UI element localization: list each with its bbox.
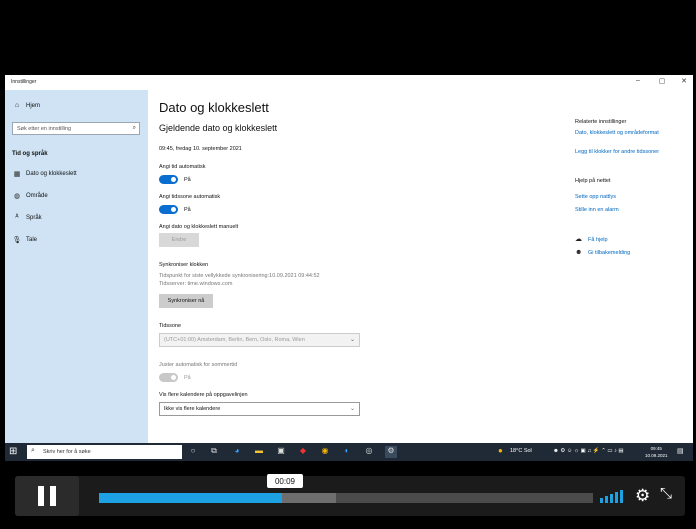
clock-time: 09:45 <box>650 446 662 451</box>
sidebar-item-date-time[interactable]: ▦ Dato og klokkeslett <box>12 170 77 178</box>
sidebar-item-label: Språk <box>26 214 42 221</box>
auto-zone-label: Angi tidssone automatisk <box>159 194 221 200</box>
fullscreen-icon[interactable]: ⤡ <box>660 485 672 502</box>
chevron-down-icon: ⌄ <box>349 337 355 343</box>
cortana-icon[interactable]: ○ <box>187 446 199 458</box>
windows-start-icon[interactable]: ⊞ <box>9 446 17 457</box>
auto-zone-state: På <box>184 207 191 213</box>
change-button[interactable]: Endre <box>159 233 199 247</box>
search-icon[interactable]: ⌕ <box>133 125 136 132</box>
media-icon[interactable]: ◎ <box>363 446 375 458</box>
globe-icon: ◍ <box>13 193 21 200</box>
timezone-value: (UTC+01:00) Amsterdam, Berlin, Bern, Osl… <box>164 337 305 343</box>
sync-heading: Synkroniser klokken <box>159 262 209 268</box>
related-heading: Relaterte innstillinger <box>575 119 627 125</box>
auto-time-label: Angi tid automatisk <box>159 164 206 170</box>
manual-label: Angi dato og klokkeslett manuelt <box>159 224 239 230</box>
feedback-label: Gi tilbakemelding <box>588 250 631 256</box>
get-help-label: Få hjelp <box>588 237 608 243</box>
sidebar-category: Tid og språk <box>12 151 48 157</box>
search-placeholder: Søk etter en innstilling <box>17 126 72 132</box>
sidebar: ⌂ Hjem Søk etter en innstilling ⌕ Tid og… <box>5 90 148 445</box>
sidebar-item-speech[interactable]: 🎙︎ Tale <box>12 236 37 244</box>
progress-bar[interactable] <box>99 493 593 503</box>
calendar-clock-icon: ▦ <box>13 171 21 178</box>
main-content: Dato og klokkeslett Gjeldende dato og kl… <box>148 90 693 445</box>
taskbar-search-placeholder: Skriv her for å søke <box>43 449 91 455</box>
title-bar: Innstillinger – ▢ ✕ <box>5 75 693 90</box>
auto-zone-toggle[interactable] <box>159 205 178 214</box>
search-icon: ⌕ <box>31 447 35 454</box>
taskbar-search-input[interactable]: ⌕ Skriv her for å søke <box>27 445 182 459</box>
pause-button[interactable] <box>15 476 79 516</box>
maximize-button[interactable]: ▢ <box>655 77 669 85</box>
settings-window: Innstillinger – ▢ ✕ ⌂ Hjem Søk etter en … <box>5 75 693 445</box>
pause-icon <box>38 486 44 506</box>
dst-state: På <box>184 375 191 381</box>
taskbar-clock[interactable]: 09:45 10.09.2021 <box>645 445 668 459</box>
task-view-icon[interactable]: ⧉ <box>208 446 220 458</box>
dst-label: Juster automatisk for sommertid <box>159 362 238 368</box>
sync-last: Tidspunkt for siste vellykkede synkronis… <box>159 273 320 279</box>
settings-search-input[interactable]: Søk etter en innstilling ⌕ <box>12 122 140 135</box>
language-icon: ᴬ <box>15 214 19 221</box>
related-link-clocks[interactable]: Legg til klokker for andre tidssoner <box>575 149 659 155</box>
page-title: Dato og klokkeslett <box>159 100 269 115</box>
taskbar: ⊞ ⌕ Skriv her for å søke ○ ⧉ ◕ ▬ ▣ ◆ ◉ ◐… <box>5 443 693 461</box>
notification-icon[interactable]: ▤ <box>677 447 684 455</box>
calendars-value: Ikke vis flere kalendere <box>164 406 221 412</box>
browser-icon[interactable]: ◐ <box>341 446 353 458</box>
sync-now-button[interactable]: Synkroniser nå <box>159 294 213 308</box>
current-heading: Gjeldende dato og klokkeslett <box>159 123 278 133</box>
calendars-label: Vis flere kalendere på oppgavelinjen <box>159 392 248 398</box>
settings-icon[interactable]: ⚙ <box>635 486 650 506</box>
video-frame: Innstillinger – ▢ ✕ ⌂ Hjem Søk etter en … <box>5 8 693 461</box>
sidebar-item-language[interactable]: ᴬ Språk <box>12 214 42 221</box>
sidebar-item-label: Tale <box>26 237 38 243</box>
chrome-icon[interactable]: ◉ <box>319 446 331 458</box>
timezone-label: Tidssone <box>159 323 182 329</box>
system-tray-icons[interactable]: ☻ ⚙ ☺ ☼ ▣ ♫ ⚡ ⌃ ▭ ♪ ▤ <box>553 448 624 454</box>
feedback-link[interactable]: ☻ Gi tilbakemelding <box>575 249 630 256</box>
home-icon: ⌂ <box>14 102 20 109</box>
calendars-select[interactable]: Ikke vis flere kalendere ⌄ <box>159 402 360 416</box>
chat-icon: ☁ <box>575 236 582 243</box>
sidebar-item-label: Område <box>26 193 48 199</box>
timezone-select[interactable]: (UTC+01:00) Amsterdam, Berlin, Bern, Osl… <box>159 333 360 347</box>
window-title: Innstillinger <box>11 79 37 85</box>
time-tooltip: 00:09 <box>267 474 303 488</box>
close-button[interactable]: ✕ <box>677 77 691 85</box>
help-link-nightlight[interactable]: Sette opp nattlys <box>575 194 616 200</box>
auto-time-state: På <box>184 177 191 183</box>
help-heading: Hjelp på nettet <box>575 178 611 184</box>
current-datetime: 09:45, fredag 10. september 2021 <box>159 146 242 152</box>
settings-gear-icon[interactable]: ⚙ <box>385 446 397 458</box>
video-controls: 00:09 ⚙ ⤡ <box>15 474 685 516</box>
edge-icon[interactable]: ◕ <box>231 446 243 458</box>
microphone-icon: 🎙︎ <box>12 237 22 244</box>
file-explorer-icon[interactable]: ▬ <box>253 446 265 458</box>
volume-icon[interactable] <box>600 489 624 503</box>
clock-date: 10.09.2021 <box>645 453 668 458</box>
sun-icon[interactable]: ● <box>498 446 503 455</box>
weather-text[interactable]: 18°C Sol <box>510 448 532 454</box>
auto-time-toggle[interactable] <box>159 175 178 184</box>
minimize-button[interactable]: – <box>631 77 645 84</box>
sidebar-item-label: Dato og klokkeslett <box>26 171 77 177</box>
sidebar-home-label: Hjem <box>26 102 41 109</box>
help-link-alarm[interactable]: Stille inn en alarm <box>575 207 619 213</box>
related-link-format[interactable]: Dato, klokkeslett og områdeformat <box>575 130 659 136</box>
store-icon[interactable]: ▣ <box>275 446 287 458</box>
sidebar-item-home[interactable]: ⌂ Hjem <box>12 102 40 109</box>
feedback-icon: ☻ <box>575 249 583 256</box>
chevron-down-icon: ⌄ <box>349 406 355 412</box>
sync-server: Tidsserver: time.windows.com <box>159 281 233 287</box>
app-icon[interactable]: ◆ <box>297 446 309 458</box>
dst-toggle[interactable] <box>159 373 178 382</box>
sidebar-item-region[interactable]: ◍ Område <box>12 192 48 200</box>
get-help-link[interactable]: ☁ Få hjelp <box>575 235 608 243</box>
progress-played <box>99 493 282 503</box>
